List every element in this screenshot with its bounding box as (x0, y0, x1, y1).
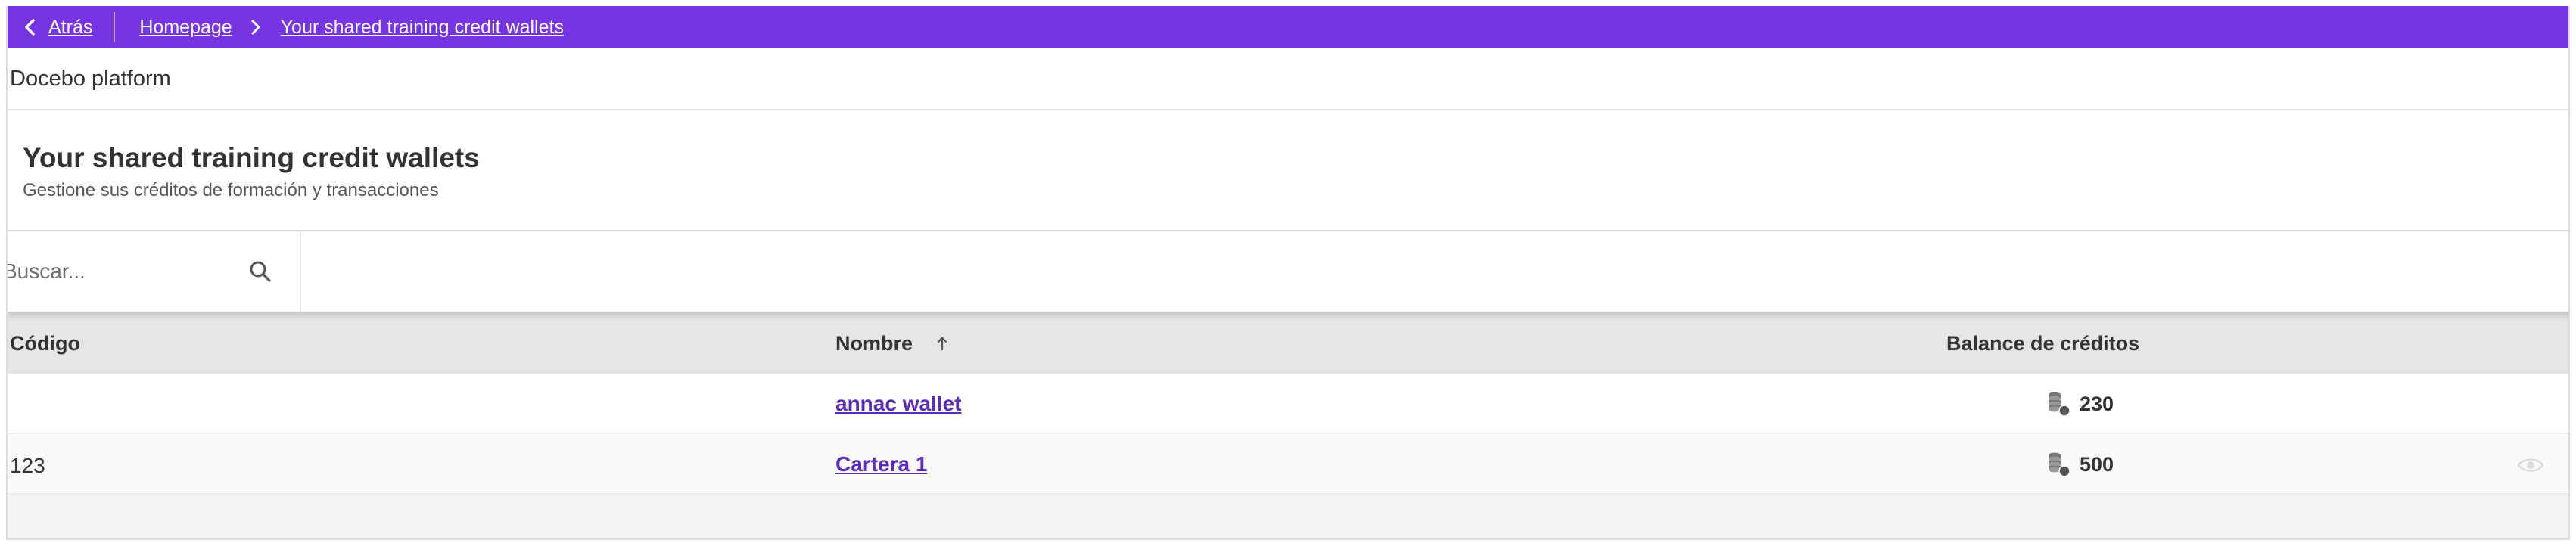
page-title: Your shared training credit wallets (23, 142, 480, 173)
coins-icon (2049, 392, 2070, 417)
back-button[interactable]: Atrás (8, 6, 92, 48)
search-box (8, 231, 301, 312)
table-row[interactable]: 123 Cartera 1 500 (8, 434, 2568, 495)
balance-value: 230 (2080, 392, 2114, 415)
coins-icon (2049, 452, 2070, 477)
platform-name: Docebo platform (8, 48, 2568, 110)
table-footer (8, 495, 2568, 538)
back-label[interactable]: Atrás (48, 17, 92, 39)
cell-balance: 230 (2045, 390, 2114, 417)
column-header-name[interactable]: Nombre (835, 332, 949, 355)
cell-balance: 500 (2045, 451, 2114, 478)
page-header: Your shared training credit wallets Gest… (8, 110, 2568, 231)
breadcrumb-bar: Atrás Homepage Your shared training cred… (8, 6, 2568, 48)
column-header-code[interactable]: Código (10, 332, 80, 355)
eye-icon[interactable] (2517, 455, 2544, 475)
page-subtitle: Gestione sus créditos de formación y tra… (23, 180, 439, 200)
table-header: Código Nombre Balance de créditos (8, 313, 2568, 374)
column-header-name-label: Nombre (835, 331, 913, 355)
arrow-up-icon (937, 337, 947, 350)
search-icon[interactable] (248, 259, 272, 284)
wallet-name-link[interactable]: annac wallet (835, 392, 962, 416)
wallet-name-link[interactable]: Cartera 1 (835, 452, 927, 476)
wallets-table: Código Nombre Balance de créditos annac … (8, 313, 2568, 538)
main-content: Atrás Homepage Your shared training cred… (6, 6, 2570, 540)
breadcrumb-divider (114, 12, 116, 42)
chevron-left-icon (25, 19, 35, 36)
search-input[interactable] (8, 259, 232, 284)
column-header-balance[interactable]: Balance de créditos (1946, 332, 2139, 355)
search-row (8, 231, 2568, 313)
table-row[interactable]: annac wallet 230 (8, 374, 2568, 434)
cell-code: 123 (10, 454, 45, 477)
breadcrumb-homepage[interactable]: Homepage (139, 17, 232, 39)
balance-value: 500 (2080, 452, 2114, 476)
page: Atrás Homepage Your shared training cred… (0, 0, 2576, 546)
chevron-right-icon (250, 19, 261, 36)
breadcrumb-current[interactable]: Your shared training credit wallets (281, 17, 564, 39)
